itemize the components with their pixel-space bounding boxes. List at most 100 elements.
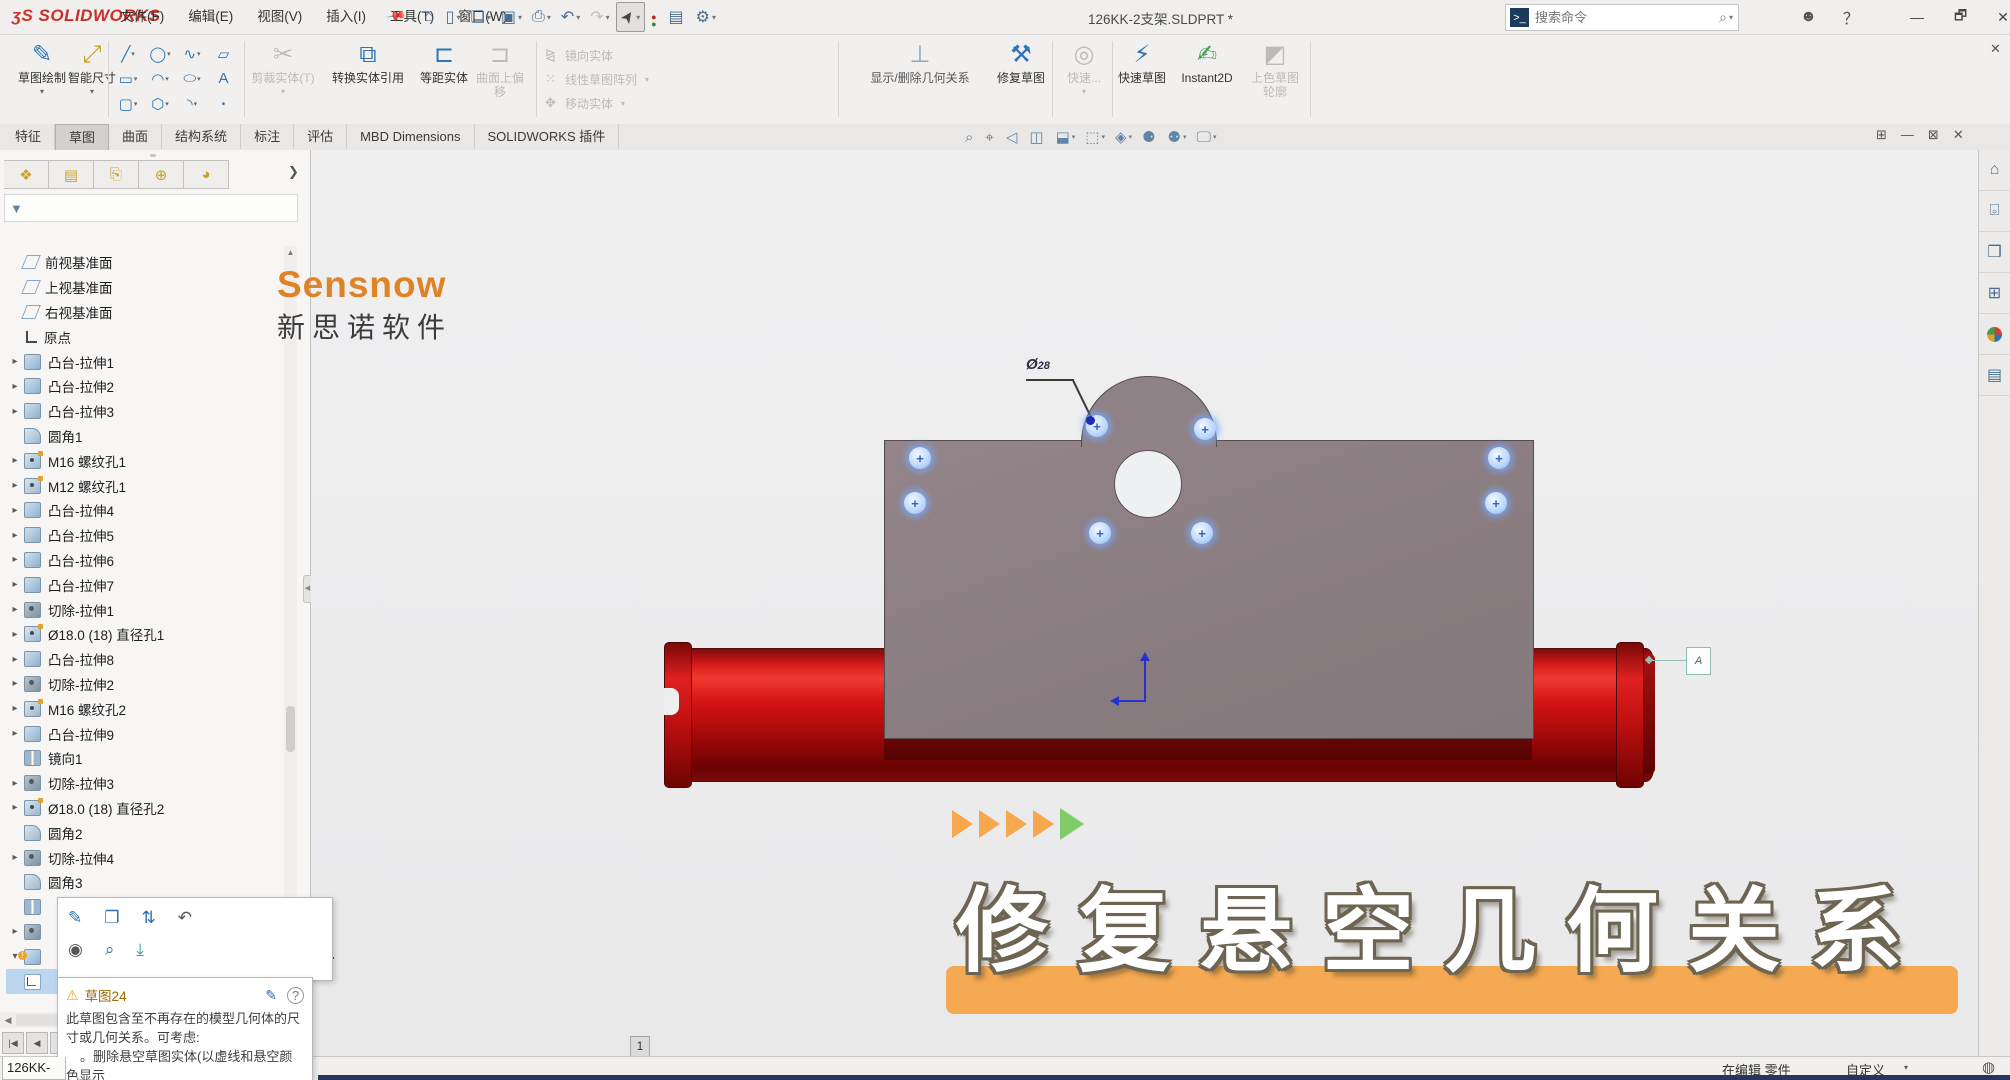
tree-item[interactable]: 右视基准面 bbox=[6, 300, 278, 325]
relation-badge[interactable]: + bbox=[1194, 418, 1216, 440]
command-tab[interactable]: 评估 bbox=[294, 124, 347, 149]
tree-item[interactable]: ▸ 凸台-拉伸6 bbox=[6, 548, 278, 573]
config-tab[interactable]: 1 bbox=[630, 1036, 650, 1057]
expand-arrow-icon[interactable]: ▸ bbox=[6, 654, 24, 665]
tree-item[interactable]: ▸ M16 螺纹孔1 bbox=[6, 448, 278, 473]
slot-tool-icon[interactable]: ▢▾ bbox=[112, 91, 144, 116]
tree-item[interactable]: ▸ Ø18.0 (18) 直径孔1 bbox=[6, 622, 278, 647]
close-window-icon[interactable]: ✕ bbox=[1997, 9, 2009, 26]
edit-sketch-icon[interactable]: ✎ bbox=[265, 987, 277, 1004]
part-left-flange[interactable] bbox=[664, 642, 692, 788]
command-tab[interactable]: 标注 bbox=[241, 124, 294, 149]
tree-item[interactable]: 上视基准面 bbox=[6, 275, 278, 300]
offset-entities-button[interactable]: ⊏ 等距实体 bbox=[418, 40, 470, 85]
line-tool-icon[interactable]: ╱▾ bbox=[112, 41, 144, 66]
redo-icon[interactable]: ↷▾ bbox=[586, 3, 613, 31]
view-orientation-icon[interactable]: ⬓▾ bbox=[1053, 128, 1079, 146]
undo-icon[interactable]: ↶▾ bbox=[557, 3, 584, 31]
relation-badge[interactable]: + bbox=[904, 492, 926, 514]
expand-arrow-icon[interactable]: ▸ bbox=[6, 455, 24, 466]
expand-arrow-icon[interactable]: ▸ bbox=[6, 554, 24, 565]
tree-item[interactable]: 原点 bbox=[6, 324, 278, 349]
expand-arrow-icon[interactable]: ▸ bbox=[6, 381, 24, 392]
design-library-icon[interactable]: ⌻ bbox=[1979, 191, 2010, 232]
instant2d-button[interactable]: ✍ Instant2D bbox=[1170, 40, 1244, 85]
view-settings-icon[interactable]: 🖵▾ bbox=[1193, 129, 1219, 146]
search-input[interactable] bbox=[1533, 9, 1719, 26]
tree-item[interactable]: ▸ 凸台-拉伸7 bbox=[6, 572, 278, 597]
scroll-left-icon[interactable]: ◀ bbox=[0, 1015, 16, 1026]
rectangle-tool-icon[interactable]: ▭▾ bbox=[112, 66, 144, 91]
previous-view-icon[interactable]: ◁ bbox=[1003, 128, 1023, 146]
panel-flyout-arrow-icon[interactable]: ❯ bbox=[288, 164, 299, 180]
edit-appearance-icon[interactable]: ⚈ bbox=[1139, 128, 1160, 146]
tree-item[interactable]: ▸ 凸台-拉伸1 bbox=[6, 349, 278, 374]
globe-icon[interactable]: ◍ bbox=[1982, 1058, 1995, 1076]
tab-first-icon[interactable]: |◀ bbox=[2, 1032, 24, 1054]
expand-arrow-icon[interactable]: ▸ bbox=[6, 703, 24, 714]
scrollbar-thumb[interactable] bbox=[286, 706, 295, 752]
sketch-plate-region[interactable] bbox=[884, 440, 1534, 739]
menu-item[interactable]: 插入(I) bbox=[314, 0, 378, 34]
displaymanager-tab-icon[interactable]: ◕ bbox=[184, 160, 229, 189]
dimxpertmanager-tab-icon[interactable]: ⊕ bbox=[139, 160, 184, 189]
restore-window-icon[interactable]: 🗗 bbox=[1954, 5, 1967, 29]
configurationmanager-tab-icon[interactable]: ⎘ bbox=[94, 160, 139, 189]
close-ribbon-icon[interactable]: ✕ bbox=[1990, 41, 2001, 57]
expand-arrow-icon[interactable]: ▸ bbox=[6, 728, 24, 739]
menu-item[interactable]: 编辑(E) bbox=[176, 0, 245, 34]
tree-item[interactable]: ▸ M12 螺纹孔1 bbox=[6, 473, 278, 498]
tree-item[interactable]: 圆角2 bbox=[6, 820, 278, 845]
tree-item[interactable]: ▸ 凸台-拉伸3 bbox=[6, 399, 278, 424]
command-tab[interactable]: 曲面 bbox=[109, 124, 162, 149]
normal-to-icon[interactable]: ⤓ bbox=[136, 940, 144, 960]
zoom-to-selection-icon[interactable]: ⌕ bbox=[105, 940, 115, 960]
part-right-flange[interactable] bbox=[1616, 642, 1644, 788]
zoom-fit-icon[interactable]: ⌕ bbox=[962, 129, 978, 146]
convert-entities-button[interactable]: ⧉ 转换实体引用 bbox=[322, 40, 414, 85]
tree-filter[interactable]: ▼ bbox=[4, 194, 298, 222]
panel-drag-handle[interactable] bbox=[150, 154, 156, 157]
taskpane-home-icon[interactable]: ⌂ bbox=[1979, 150, 2010, 191]
command-tab[interactable]: 草图 bbox=[55, 124, 109, 150]
cascade-windows-icon[interactable]: ⊞ bbox=[1876, 127, 1887, 143]
tab-prev-icon[interactable]: ◀ bbox=[26, 1032, 48, 1054]
command-tab[interactable]: SOLIDWORKS 插件 bbox=[475, 124, 620, 149]
expand-arrow-icon[interactable]: ▸ bbox=[6, 604, 24, 615]
tree-item[interactable]: 镜向1 bbox=[6, 746, 278, 771]
polygon-tool-icon[interactable]: ⬡▾ bbox=[144, 91, 176, 116]
display-style-icon[interactable]: ⬚▾ bbox=[1082, 128, 1108, 146]
tree-item[interactable]: ▸ M16 螺纹孔2 bbox=[6, 696, 278, 721]
search-dropdown-icon[interactable]: ▾ bbox=[1729, 13, 1733, 22]
rollback-icon[interactable]: ↶ bbox=[178, 908, 192, 928]
repair-sketch-button[interactable]: ⚒ 修复草图 bbox=[994, 40, 1048, 85]
print-icon[interactable]: ⎙▾ bbox=[528, 3, 555, 31]
display-delete-relations-button[interactable]: ⊥ 显示/删除几何关系 bbox=[848, 40, 992, 85]
performance-icon[interactable]: ● bbox=[647, 3, 662, 31]
model-tab[interactable]: 126KK- bbox=[2, 1057, 66, 1080]
relation-badge[interactable]: + bbox=[1191, 522, 1213, 544]
custom-properties-icon[interactable]: ▤ bbox=[1979, 355, 2010, 396]
restore-doc-icon[interactable]: ⊠ bbox=[1928, 127, 1939, 143]
relation-badge[interactable]: + bbox=[909, 447, 931, 469]
point-tool-icon[interactable]: ꞏ bbox=[208, 91, 240, 116]
select-cursor-icon[interactable]: ➤▾ bbox=[616, 2, 645, 32]
expand-arrow-icon[interactable]: ▸ bbox=[6, 505, 24, 516]
tree-item[interactable]: ▸ Ø18.0 (18) 直径孔2 bbox=[6, 796, 278, 821]
tree-item[interactable]: 圆角1 bbox=[6, 424, 278, 449]
hide-icon[interactable]: ◉ bbox=[68, 940, 83, 960]
save-icon[interactable]: ▣▾ bbox=[497, 3, 526, 31]
options-gear-icon[interactable]: ⚙▾ bbox=[692, 3, 720, 31]
suppress-icon[interactable]: ⇅ bbox=[142, 908, 156, 928]
edit-feature-icon[interactable]: ❐ bbox=[104, 908, 119, 928]
scroll-up-icon[interactable]: ▲ bbox=[284, 246, 297, 260]
relation-badge[interactable]: + bbox=[1485, 492, 1507, 514]
spline-tool-icon[interactable]: ∿▾ bbox=[176, 41, 208, 66]
ellipse-tool-icon[interactable]: ⬭▾ bbox=[176, 66, 208, 91]
home-icon[interactable]: ⌂ bbox=[420, 3, 440, 31]
expand-arrow-icon[interactable]: ▸ bbox=[6, 406, 24, 417]
search-icon[interactable]: ⌕ bbox=[1719, 9, 1727, 26]
plane-tool-icon[interactable]: ▱ bbox=[208, 41, 240, 66]
appearances-icon[interactable] bbox=[1979, 314, 2010, 355]
expand-arrow-icon[interactable]: ▸ bbox=[6, 852, 24, 863]
